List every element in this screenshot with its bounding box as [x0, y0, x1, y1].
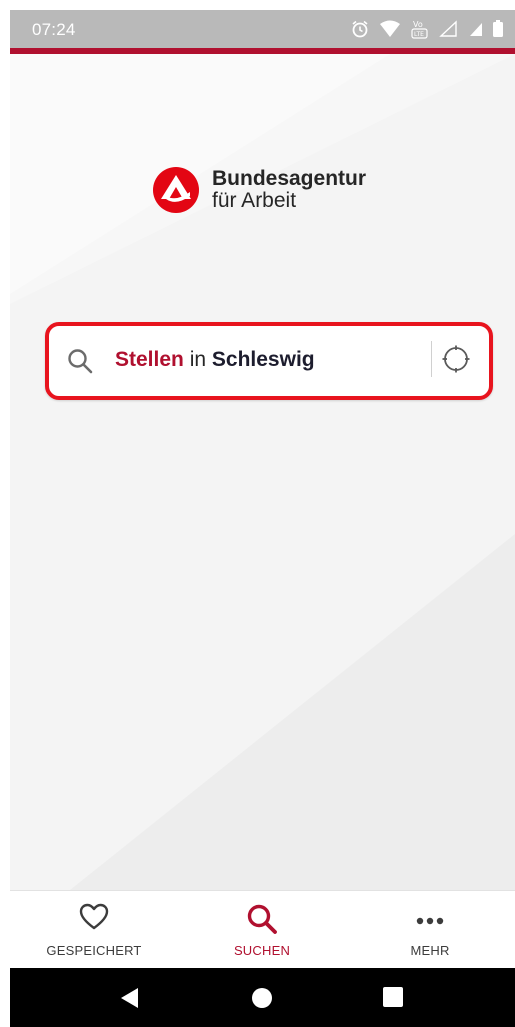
ba-logo: Bundesagentur für Arbeit [152, 166, 366, 214]
nav-mehr[interactable]: MEHR [346, 891, 514, 969]
wifi-icon [380, 20, 400, 37]
recents-icon[interactable] [382, 986, 404, 1008]
ba-logo-icon [153, 167, 199, 213]
volte-icon: Vo LTE [411, 20, 428, 39]
alarm-icon [352, 20, 368, 38]
search-icon [247, 904, 277, 934]
nav-label-suchen: SUCHEN [233, 943, 291, 958]
search-query[interactable]: Stellen in Schleswig [115, 348, 315, 372]
brand-line-2: für Arbeit [212, 189, 297, 212]
job-search-bar[interactable]: Stellen in Schleswig [45, 322, 493, 400]
back-icon[interactable] [118, 986, 142, 1010]
nav-label-gespeichert: GESPEICHERT [46, 943, 142, 958]
location-crosshair-icon[interactable] [442, 345, 470, 373]
search-location: Schleswig [211, 348, 315, 371]
ba-logo-text: Bundesagentur für Arbeit [212, 168, 366, 212]
search-divider [431, 341, 432, 377]
heart-icon [79, 903, 109, 930]
app-screen: 07:24 Vo LTE Bundesagentur für Arbeit St… [10, 10, 515, 1027]
battery-icon [493, 20, 503, 37]
signal-empty-icon [439, 20, 457, 37]
status-bar: 07:24 Vo LTE [10, 10, 515, 48]
search-connector: in [189, 348, 207, 371]
search-job-term: Stellen [115, 348, 184, 371]
search-screen: Bundesagentur für Arbeit Stellen in Schl… [10, 54, 515, 890]
system-navigation-bar [10, 968, 515, 1027]
search-icon [68, 349, 93, 374]
signal-icon [470, 23, 482, 36]
nav-label-mehr: MEHR [410, 943, 450, 958]
svg-text:LTE: LTE [414, 31, 424, 38]
more-icon [416, 917, 444, 925]
bottom-navigation: GESPEICHERT SUCHEN MEHR [10, 890, 515, 969]
brand-line-1: Bundesagentur [212, 167, 367, 190]
nav-suchen[interactable]: SUCHEN [178, 891, 346, 969]
home-icon[interactable] [250, 986, 274, 1010]
svg-text:Vo: Vo [413, 20, 423, 29]
nav-gespeichert[interactable]: GESPEICHERT [10, 891, 178, 969]
status-icons: Vo LTE [351, 18, 503, 40]
status-time: 07:24 [32, 20, 76, 39]
